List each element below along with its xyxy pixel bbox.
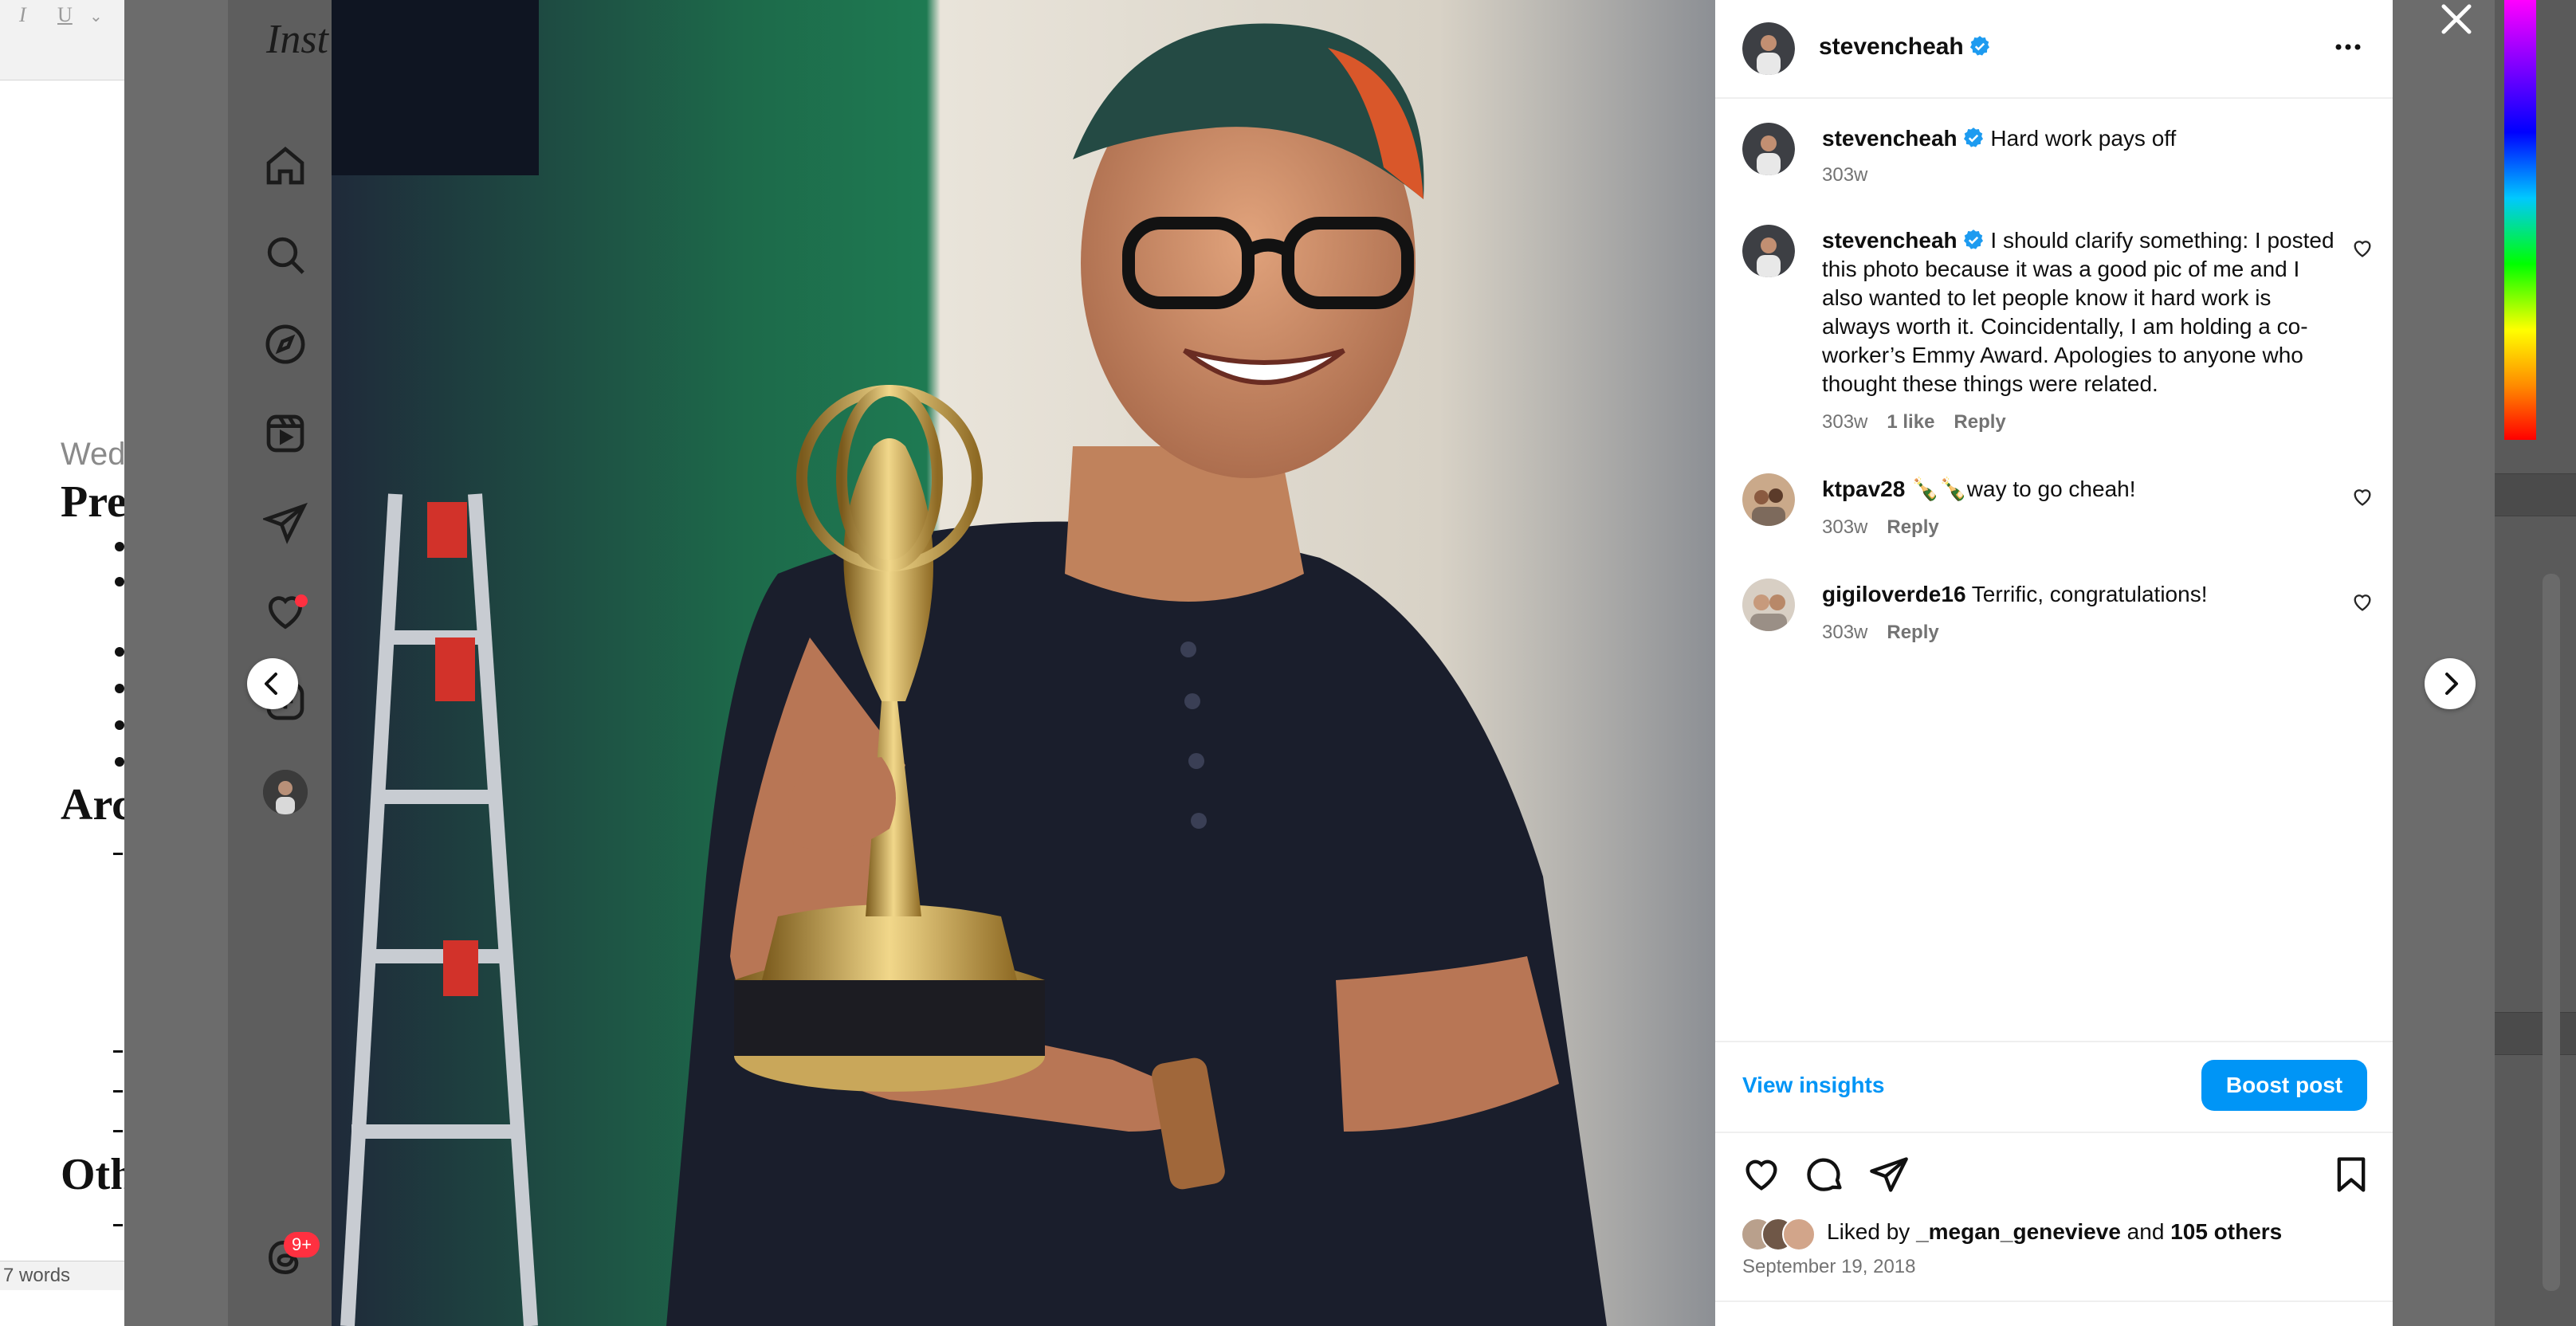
comment-avatar[interactable] — [1742, 225, 1795, 277]
comment-meta: 303w Reply — [1822, 516, 1939, 539]
underline-icon[interactable]: U — [57, 3, 73, 27]
chevron-left-icon — [265, 673, 277, 695]
threads-notification-badge: 9+ — [284, 1232, 320, 1257]
author-username[interactable]: stevencheah — [1819, 33, 1964, 60]
heart-icon[interactable] — [2351, 591, 2374, 614]
doc-dash — [113, 1130, 123, 1132]
like-heart-icon[interactable] — [1741, 1154, 1782, 1195]
doc-dash — [113, 1224, 123, 1226]
caption-age: 303w — [1822, 164, 1868, 186]
share-icon[interactable] — [1868, 1154, 1910, 1195]
comment-likes-link[interactable]: 1 like — [1887, 411, 1934, 433]
comment-item: ktpav28 🍾🍾way to go cheah! — [1822, 475, 2340, 504]
verified-badge-icon — [1963, 230, 1983, 249]
profile-avatar[interactable] — [263, 770, 308, 814]
reply-button[interactable]: Reply — [1887, 622, 1938, 643]
doc-dash — [113, 853, 123, 855]
heart-icon[interactable] — [2351, 486, 2374, 508]
caption-username[interactable]: stevencheah — [1822, 126, 1958, 151]
word-format-toolbar: I U ⌄ — [0, 0, 128, 80]
heart-icon[interactable] — [2351, 237, 2374, 260]
post-caption: stevencheah Hard work pays off — [1822, 124, 2340, 153]
word-status-bar: 7 words — [0, 1261, 128, 1290]
comment-meta: 303w Reply — [1822, 622, 1939, 644]
instagram-logo[interactable]: Inst — [266, 16, 328, 63]
author-avatar[interactable] — [1742, 22, 1795, 75]
comment-item: gigiloverde16 Terrific, congratulations! — [1822, 580, 2340, 609]
comment-username[interactable]: ktpav28 — [1822, 477, 1905, 501]
reply-button[interactable]: Reply — [1954, 411, 2005, 433]
comment-username[interactable]: stevencheah — [1822, 228, 1958, 253]
comment-age: 303w — [1822, 411, 1868, 433]
doc-heading-1: Pre — [61, 477, 127, 527]
likes-count-link[interactable]: 105 others — [2170, 1219, 2282, 1244]
boost-post-button[interactable]: Boost post — [2201, 1060, 2367, 1111]
messages-icon[interactable] — [261, 500, 308, 545]
doc-dash — [113, 1090, 123, 1093]
divider — [1715, 1300, 2393, 1302]
comment-avatar[interactable] — [1742, 579, 1795, 631]
post-date[interactable]: September 19, 2018 — [1742, 1256, 1916, 1278]
view-insights-link[interactable]: View insights — [1742, 1073, 1884, 1098]
liked-by-and: and — [2126, 1219, 2165, 1244]
doc-bullet — [115, 684, 124, 693]
caption-author-avatar[interactable] — [1742, 123, 1795, 175]
comment-text: Terrific, congratulations! — [1971, 582, 2208, 606]
comment-icon[interactable] — [1804, 1154, 1846, 1195]
liker-avatar[interactable] — [1782, 1218, 1816, 1251]
reply-button[interactable]: Reply — [1887, 516, 1938, 538]
liked-by-text: Liked by _megan_genevieve and 105 others — [1827, 1219, 2282, 1245]
doc-bullet — [115, 647, 124, 657]
more-options-icon[interactable] — [2332, 35, 2364, 59]
reels-icon[interactable] — [263, 411, 308, 456]
verified-badge-icon — [1969, 36, 1989, 56]
comment-username[interactable]: gigiloverde16 — [1822, 582, 1966, 606]
doc-heading-2: Arc — [61, 780, 132, 830]
comment-text: I should clarify something: I posted thi… — [1822, 228, 2334, 396]
liked-by-prefix: Liked by — [1827, 1219, 1910, 1244]
previous-post-button[interactable] — [247, 658, 298, 709]
photo-illustration — [332, 0, 1715, 1326]
search-icon[interactable] — [263, 233, 308, 277]
comment-text: 🍾🍾way to go cheah! — [1911, 477, 2136, 501]
comment-avatar[interactable] — [1742, 473, 1795, 526]
comment-meta: 303w 1 like Reply — [1822, 411, 2006, 434]
post-header — [1715, 0, 2393, 99]
verified-badge-icon — [1963, 128, 1983, 147]
background-scrollbar[interactable] — [2543, 574, 2560, 1291]
home-icon[interactable] — [263, 143, 308, 188]
doc-bullet — [115, 757, 124, 767]
post-photo[interactable] — [332, 0, 1715, 1326]
doc-bullet — [115, 577, 124, 586]
doc-bullet — [115, 542, 124, 551]
explore-icon[interactable] — [263, 322, 308, 367]
doc-bullet — [115, 720, 124, 730]
comment-age: 303w — [1822, 516, 1868, 538]
notification-dot — [295, 594, 308, 607]
comment-age: 303w — [1822, 622, 1868, 643]
liked-by-user-link[interactable]: _megan_genevieve — [1916, 1219, 2121, 1244]
next-post-button[interactable] — [2425, 658, 2476, 709]
doc-date-text: Wed — [61, 437, 126, 472]
doc-dash — [113, 1050, 123, 1053]
close-icon[interactable] — [2433, 0, 2480, 43]
italic-icon[interactable]: I — [19, 3, 26, 27]
background-panel-bar — [2495, 1012, 2576, 1055]
chevron-right-icon — [2445, 673, 2458, 695]
comment-item: stevencheah I should clarify something: … — [1822, 226, 2340, 398]
bookmark-icon[interactable] — [2331, 1154, 2372, 1195]
word-document-window — [0, 0, 128, 1326]
background-panel-bar — [2495, 473, 2576, 516]
color-spectrum-strip[interactable] — [2504, 0, 2536, 440]
chevron-down-icon[interactable]: ⌄ — [89, 6, 103, 26]
word-count: 7 words — [3, 1265, 71, 1286]
caption-text: Hard work pays off — [1990, 126, 2177, 151]
